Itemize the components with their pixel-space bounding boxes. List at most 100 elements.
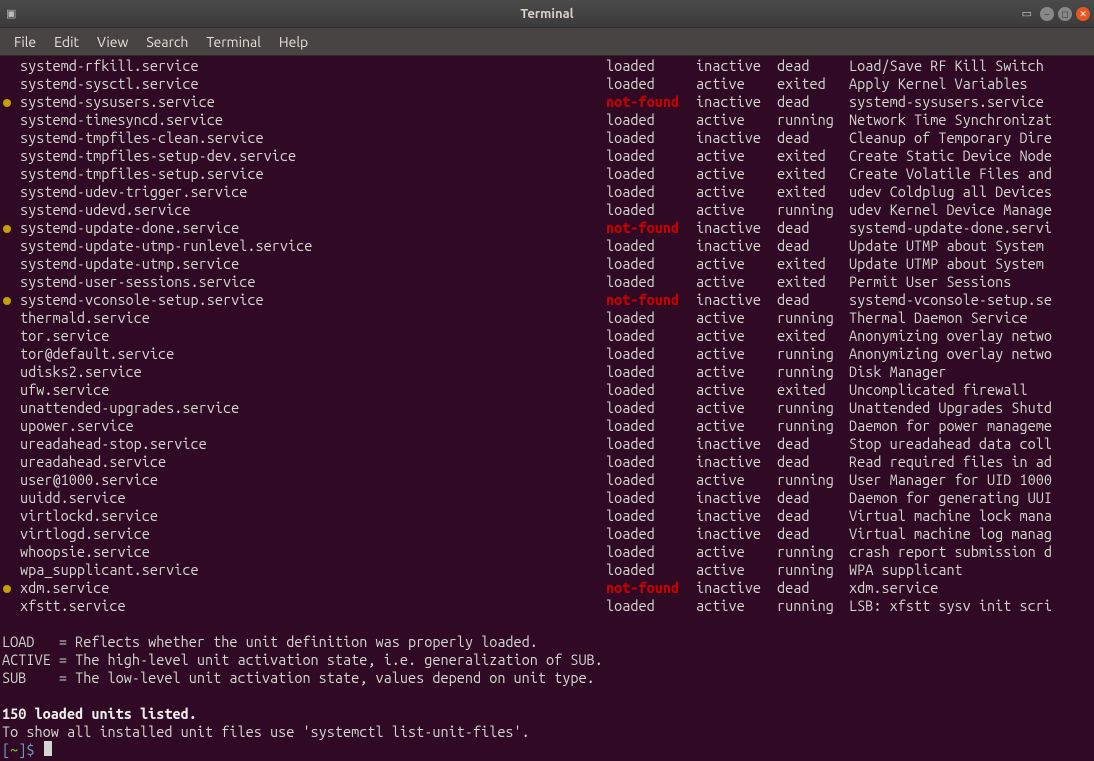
service-row: xfstt.serviceloadedactiverunningLSB: xfs…	[2, 597, 1092, 615]
active-state: active	[696, 345, 777, 363]
unit-name: systemd-udev-trigger.service	[20, 183, 606, 201]
active-state: active	[696, 309, 777, 327]
menu-search[interactable]: Search	[138, 30, 196, 54]
close-button[interactable]: ✕	[1076, 7, 1090, 21]
terminal-output[interactable]: systemd-rfkill.serviceloadedinactivedead…	[0, 56, 1094, 761]
sub-state: dead	[777, 507, 849, 525]
shell-prompt[interactable]: [~]$	[2, 741, 1092, 759]
description: Create Volatile Files and	[849, 165, 1092, 183]
load-state: loaded	[606, 561, 696, 579]
description: LSB: xfstt sysv init scri	[849, 597, 1092, 615]
unit-name: systemd-update-utmp-runlevel.service	[20, 237, 606, 255]
load-state: loaded	[606, 255, 696, 273]
active-state: active	[696, 183, 777, 201]
menu-file[interactable]: File	[6, 30, 44, 54]
sub-state: running	[777, 201, 849, 219]
status-bullet	[2, 507, 20, 525]
service-row: systemd-update-utmp.serviceloadedactivee…	[2, 255, 1092, 273]
description: Daemon for generating UUI	[849, 489, 1092, 507]
description: Cleanup of Temporary Dire	[849, 129, 1092, 147]
maximize-button[interactable]: ◻	[1058, 7, 1072, 21]
description: Stop ureadahead data coll	[849, 435, 1092, 453]
status-bullet	[2, 57, 20, 75]
service-row: ureadahead-stop.serviceloadedinactivedea…	[2, 435, 1092, 453]
description: Network Time Synchronizat	[849, 111, 1092, 129]
load-state: loaded	[606, 507, 696, 525]
load-state: not-found	[606, 291, 696, 309]
active-state: inactive	[696, 57, 777, 75]
sub-state: exited	[777, 75, 849, 93]
active-state: inactive	[696, 129, 777, 147]
window-titlebar: ▣ Terminal ▭ – ◻ ✕	[0, 0, 1094, 28]
status-bullet	[2, 219, 20, 237]
active-state: inactive	[696, 525, 777, 543]
menu-bar: File Edit View Search Terminal Help	[0, 28, 1094, 56]
load-state: not-found	[606, 93, 696, 111]
unit-name: user@1000.service	[20, 471, 606, 489]
load-state: loaded	[606, 309, 696, 327]
status-bullet	[2, 381, 20, 399]
unit-name: udisks2.service	[20, 363, 606, 381]
unit-name: uuidd.service	[20, 489, 606, 507]
status-bullet	[2, 255, 20, 273]
sub-state: exited	[777, 273, 849, 291]
status-bullet	[2, 147, 20, 165]
service-row: systemd-tmpfiles-setup-dev.serviceloaded…	[2, 147, 1092, 165]
description: Uncomplicated firewall	[849, 381, 1092, 399]
service-row: systemd-sysctl.serviceloadedactiveexited…	[2, 75, 1092, 93]
unit-name: wpa_supplicant.service	[20, 561, 606, 579]
menu-terminal[interactable]: Terminal	[198, 30, 269, 54]
minimize-button[interactable]: –	[1040, 7, 1054, 21]
active-state: inactive	[696, 453, 777, 471]
status-bullet	[2, 75, 20, 93]
cursor	[44, 741, 52, 756]
description: crash report submission d	[849, 543, 1092, 561]
description: systemd-vconsole-setup.se	[849, 291, 1092, 309]
load-state: loaded	[606, 129, 696, 147]
load-state: loaded	[606, 201, 696, 219]
sub-state: dead	[777, 489, 849, 507]
active-state: inactive	[696, 93, 777, 111]
description: Daemon for power manageme	[849, 417, 1092, 435]
load-state: loaded	[606, 489, 696, 507]
service-row: systemd-user-sessions.serviceloadedactiv…	[2, 273, 1092, 291]
sub-state: dead	[777, 129, 849, 147]
active-state: inactive	[696, 219, 777, 237]
unit-name: unattended-upgrades.service	[20, 399, 606, 417]
sub-state: running	[777, 543, 849, 561]
service-row: systemd-udev-trigger.serviceloadedactive…	[2, 183, 1092, 201]
menu-view[interactable]: View	[89, 30, 136, 54]
description: Virtual machine lock mana	[849, 507, 1092, 525]
load-state: loaded	[606, 543, 696, 561]
load-state: loaded	[606, 237, 696, 255]
menu-help[interactable]: Help	[271, 30, 316, 54]
sub-state: running	[777, 345, 849, 363]
status-bullet	[2, 165, 20, 183]
status-bullet	[2, 201, 20, 219]
active-state: active	[696, 363, 777, 381]
load-state: loaded	[606, 165, 696, 183]
unit-name: ufw.service	[20, 381, 606, 399]
service-row: systemd-tmpfiles-setup.serviceloadedacti…	[2, 165, 1092, 183]
unit-name: virtlogd.service	[20, 525, 606, 543]
load-state: loaded	[606, 327, 696, 345]
status-bullet	[2, 525, 20, 543]
service-row: unattended-upgrades.serviceloadedactiver…	[2, 399, 1092, 417]
unit-name: upower.service	[20, 417, 606, 435]
load-state: loaded	[606, 345, 696, 363]
load-state: loaded	[606, 417, 696, 435]
unit-name: whoopsie.service	[20, 543, 606, 561]
menu-edit[interactable]: Edit	[46, 30, 87, 54]
active-state: active	[696, 147, 777, 165]
sub-state: running	[777, 561, 849, 579]
service-row: thermald.serviceloadedactiverunningTherm…	[2, 309, 1092, 327]
load-state: loaded	[606, 147, 696, 165]
status-bullet	[2, 183, 20, 201]
sub-state: exited	[777, 183, 849, 201]
status-bullet	[2, 435, 20, 453]
sub-state: dead	[777, 219, 849, 237]
active-state: active	[696, 165, 777, 183]
menu-indicator-icon[interactable]: ▭	[1022, 5, 1032, 23]
load-state: loaded	[606, 435, 696, 453]
description: Read required files in ad	[849, 453, 1092, 471]
